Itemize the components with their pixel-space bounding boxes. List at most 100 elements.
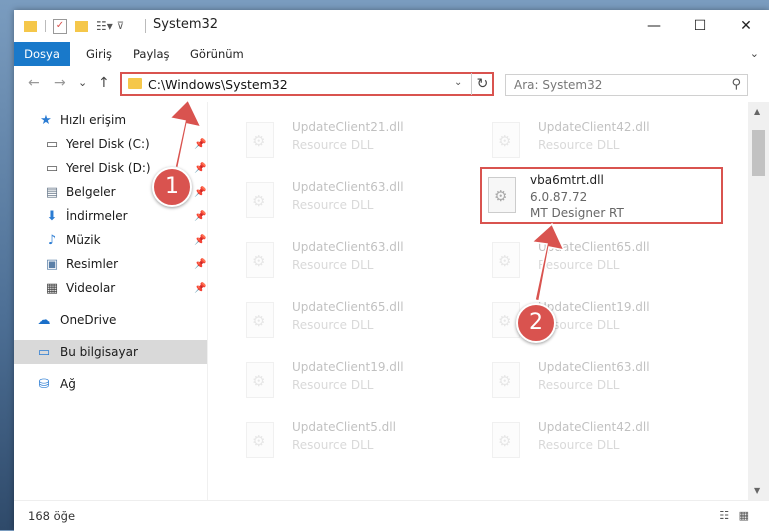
file-item[interactable]: UpdateClient19.dll Resource DLL xyxy=(464,294,694,346)
dll-file-icon xyxy=(492,122,520,158)
pin-icon[interactable]: 📌 xyxy=(194,139,206,150)
tab-home[interactable]: Giriş xyxy=(86,42,112,66)
refresh-icon[interactable]: ↻ xyxy=(471,73,493,95)
file-item[interactable]: UpdateClient42.dll Resource DLL xyxy=(464,114,694,166)
pin-icon[interactable]: 📌 xyxy=(194,187,206,198)
step-2-badge: 2 xyxy=(516,303,556,343)
maximize-button[interactable]: ☐ xyxy=(677,10,723,42)
dll-file-icon xyxy=(492,362,520,398)
file-name: UpdateClient63.dll xyxy=(538,360,650,374)
vertical-scrollbar[interactable]: ▲ ▼ xyxy=(748,102,769,500)
dll-file-icon xyxy=(488,177,516,213)
video-icon: ▦ xyxy=(45,280,59,296)
file-type: Resource DLL xyxy=(292,378,374,392)
customize-toolbar-icon[interactable]: ⊽ xyxy=(117,21,124,32)
sidebar-item-this-pc[interactable]: ▭ Bu bilgisayar xyxy=(14,340,207,364)
quick-access-toolbar: ✓ ☷▾ ⊽ xyxy=(24,17,124,35)
navigation-bar: ← → ⌄ ↑ C:\Windows\System32 ⌄ ↻ Ara: Sys… xyxy=(14,66,769,102)
file-type: Resource DLL xyxy=(292,438,374,452)
drive-icon: ▭ xyxy=(45,136,59,152)
pictures-icon: ▣ xyxy=(45,256,59,272)
pin-icon[interactable]: 📌 xyxy=(194,163,206,174)
sidebar-item-label: İndirmeler xyxy=(66,209,128,223)
address-path[interactable]: C:\Windows\System32 xyxy=(148,77,288,92)
network-icon: ⛁ xyxy=(38,376,50,392)
file-list: UpdateClient21.dll Resource DLL UpdateCl… xyxy=(208,102,748,500)
sidebar-item-network[interactable]: ⛁ Ağ xyxy=(14,372,207,396)
search-input[interactable]: Ara: System32 ⚲ xyxy=(505,74,748,96)
file-item[interactable]: UpdateClient63.dll Resource DLL xyxy=(218,234,448,286)
file-name: UpdateClient65.dll xyxy=(292,300,404,314)
recent-locations-button[interactable]: ⌄ xyxy=(78,76,87,89)
minimize-button[interactable]: — xyxy=(631,10,677,42)
file-type: Resource DLL xyxy=(538,258,620,272)
scrollbar-thumb[interactable] xyxy=(752,130,765,176)
file-item[interactable]: UpdateClient63.dll Resource DLL xyxy=(218,174,448,226)
cloud-icon: ☁ xyxy=(37,312,51,328)
folder-icon[interactable] xyxy=(24,20,37,32)
sidebar-item-pictures[interactable]: ▣ Resimler 📌 xyxy=(14,252,207,276)
view-options-icon[interactable]: ☷▾ xyxy=(96,19,113,33)
tab-view[interactable]: Görünüm xyxy=(190,42,244,66)
file-name: UpdateClient19.dll xyxy=(538,300,650,314)
tab-share[interactable]: Paylaş xyxy=(133,42,170,66)
folder-icon xyxy=(128,78,142,89)
search-icon[interactable]: ⚲ xyxy=(731,77,741,92)
dll-file-icon xyxy=(492,242,520,278)
details-view-icon[interactable]: ☷ xyxy=(719,509,729,522)
expand-ribbon-icon[interactable]: ⌄ xyxy=(750,47,759,60)
close-button[interactable]: ✕ xyxy=(723,10,769,42)
file-item[interactable]: UpdateClient65.dll Resource DLL xyxy=(218,294,448,346)
sidebar-item-downloads[interactable]: ⬇ İndirmeler 📌 xyxy=(14,204,207,228)
sidebar-item-music[interactable]: ♪ Müzik 📌 xyxy=(14,228,207,252)
new-folder-icon[interactable] xyxy=(75,20,88,32)
properties-icon[interactable]: ✓ xyxy=(53,18,67,34)
sidebar-item-label: Belgeler xyxy=(66,185,116,199)
sidebar-item-quick-access[interactable]: ★ Hızlı erişim xyxy=(14,108,207,132)
sidebar-item-label: Videolar xyxy=(66,281,116,295)
scroll-down-icon[interactable]: ▼ xyxy=(754,486,760,495)
item-count: 168 öğe xyxy=(28,509,76,523)
file-item[interactable]: UpdateClient63.dll Resource DLL xyxy=(464,354,694,406)
dll-file-icon xyxy=(246,122,274,158)
sidebar-item-label: Hızlı erişim xyxy=(60,113,127,127)
sidebar-item-onedrive[interactable]: ☁ OneDrive xyxy=(14,308,207,332)
title-bar: ✓ ☷▾ ⊽ System32 — ☐ ✕ xyxy=(14,10,769,42)
title-separator xyxy=(145,19,146,33)
sidebar-item-local-disk-c[interactable]: ▭ Yerel Disk (C:) 📌 xyxy=(14,132,207,156)
file-company: MT Designer RT xyxy=(530,206,624,220)
file-item[interactable]: UpdateClient42.dll Resource DLL xyxy=(464,414,694,466)
pin-icon[interactable]: 📌 xyxy=(194,211,206,222)
large-icons-view-icon[interactable]: ▦ xyxy=(739,509,749,522)
pin-icon[interactable]: 📌 xyxy=(194,259,206,270)
address-bar[interactable]: C:\Windows\System32 ⌄ ↻ xyxy=(120,72,494,96)
file-item[interactable]: UpdateClient5.dll Resource DLL xyxy=(218,414,448,466)
scroll-up-icon[interactable]: ▲ xyxy=(754,107,760,116)
file-item[interactable]: UpdateClient21.dll Resource DLL xyxy=(218,114,448,166)
download-icon: ⬇ xyxy=(46,208,58,224)
file-item[interactable]: UpdateClient19.dll Resource DLL xyxy=(218,354,448,406)
pin-icon[interactable]: 📌 xyxy=(194,235,206,246)
pin-icon[interactable]: 📌 xyxy=(194,283,206,294)
file-version: 6.0.87.72 xyxy=(530,190,588,204)
dll-file-icon xyxy=(246,242,274,278)
star-icon: ★ xyxy=(40,112,52,128)
step-1-badge: 1 xyxy=(152,167,192,207)
music-icon: ♪ xyxy=(47,232,57,248)
back-button[interactable]: ← xyxy=(28,75,40,91)
file-item-vba6mtrt[interactable]: vba6mtrt.dll 6.0.87.72 MT Designer RT xyxy=(480,167,723,224)
drive-icon: ▭ xyxy=(45,160,59,176)
documents-icon: ▤ xyxy=(45,184,59,200)
chevron-down-icon[interactable]: ⌄ xyxy=(454,77,462,88)
file-item[interactable]: UpdateClient65.dll Resource DLL xyxy=(464,234,694,286)
sidebar-item-label: Yerel Disk (C:) xyxy=(66,137,150,151)
up-button[interactable]: ↑ xyxy=(98,75,110,91)
sidebar-item-videos[interactable]: ▦ Videolar 📌 xyxy=(14,276,207,300)
file-name: UpdateClient19.dll xyxy=(292,360,404,374)
file-name: UpdateClient63.dll xyxy=(292,180,404,194)
tab-file[interactable]: Dosya xyxy=(14,42,70,66)
dll-file-icon xyxy=(492,422,520,458)
window-title: System32 xyxy=(153,17,219,32)
sidebar-item-label: Resimler xyxy=(66,257,119,271)
forward-button[interactable]: → xyxy=(54,75,66,91)
